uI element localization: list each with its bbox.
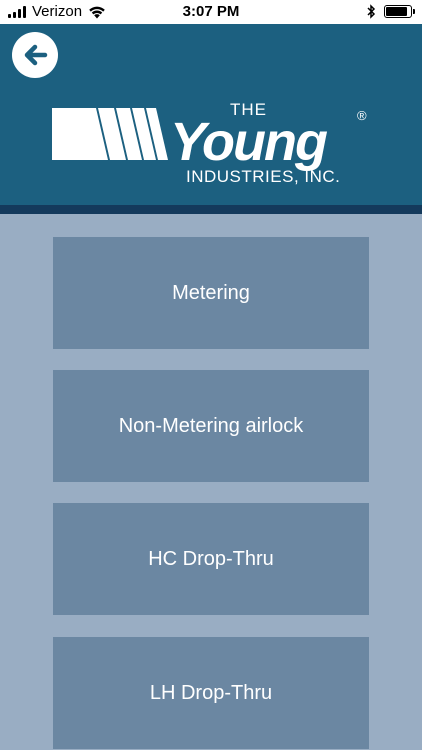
logo-company: INDUSTRIES, INC. xyxy=(186,167,340,186)
logo-brand: Young xyxy=(170,112,328,172)
menu-item-lh-drop-thru[interactable]: LH Drop-Thru xyxy=(53,637,369,749)
back-button[interactable] xyxy=(12,32,58,78)
header-stripe xyxy=(0,205,422,214)
menu-item-label: Non-Metering airlock xyxy=(118,414,304,437)
menu-item-label: Metering xyxy=(172,281,250,304)
arrow-left-icon xyxy=(24,44,48,66)
company-logo: THE Young ® INDUSTRIES, INC. xyxy=(52,98,372,188)
battery-icon xyxy=(384,5,415,18)
menu-item-label: LH Drop-Thru xyxy=(149,681,273,704)
status-right xyxy=(367,4,415,19)
menu-item-metering[interactable]: Metering xyxy=(53,237,369,349)
status-time: 3:07 PM xyxy=(182,3,240,20)
menu-item-hc-drop-thru[interactable]: HC Drop-Thru xyxy=(53,503,369,615)
status-bar: Verizon 3:07 PM xyxy=(0,0,422,24)
menu-item-label: HC Drop-Thru xyxy=(148,547,274,570)
menu-item-non-metering-airlock[interactable]: Non-Metering airlock xyxy=(53,370,369,482)
bluetooth-icon xyxy=(367,4,376,19)
logo-registered: ® xyxy=(357,108,367,123)
logo-graphic: THE Young ® INDUSTRIES, INC. xyxy=(52,100,367,186)
